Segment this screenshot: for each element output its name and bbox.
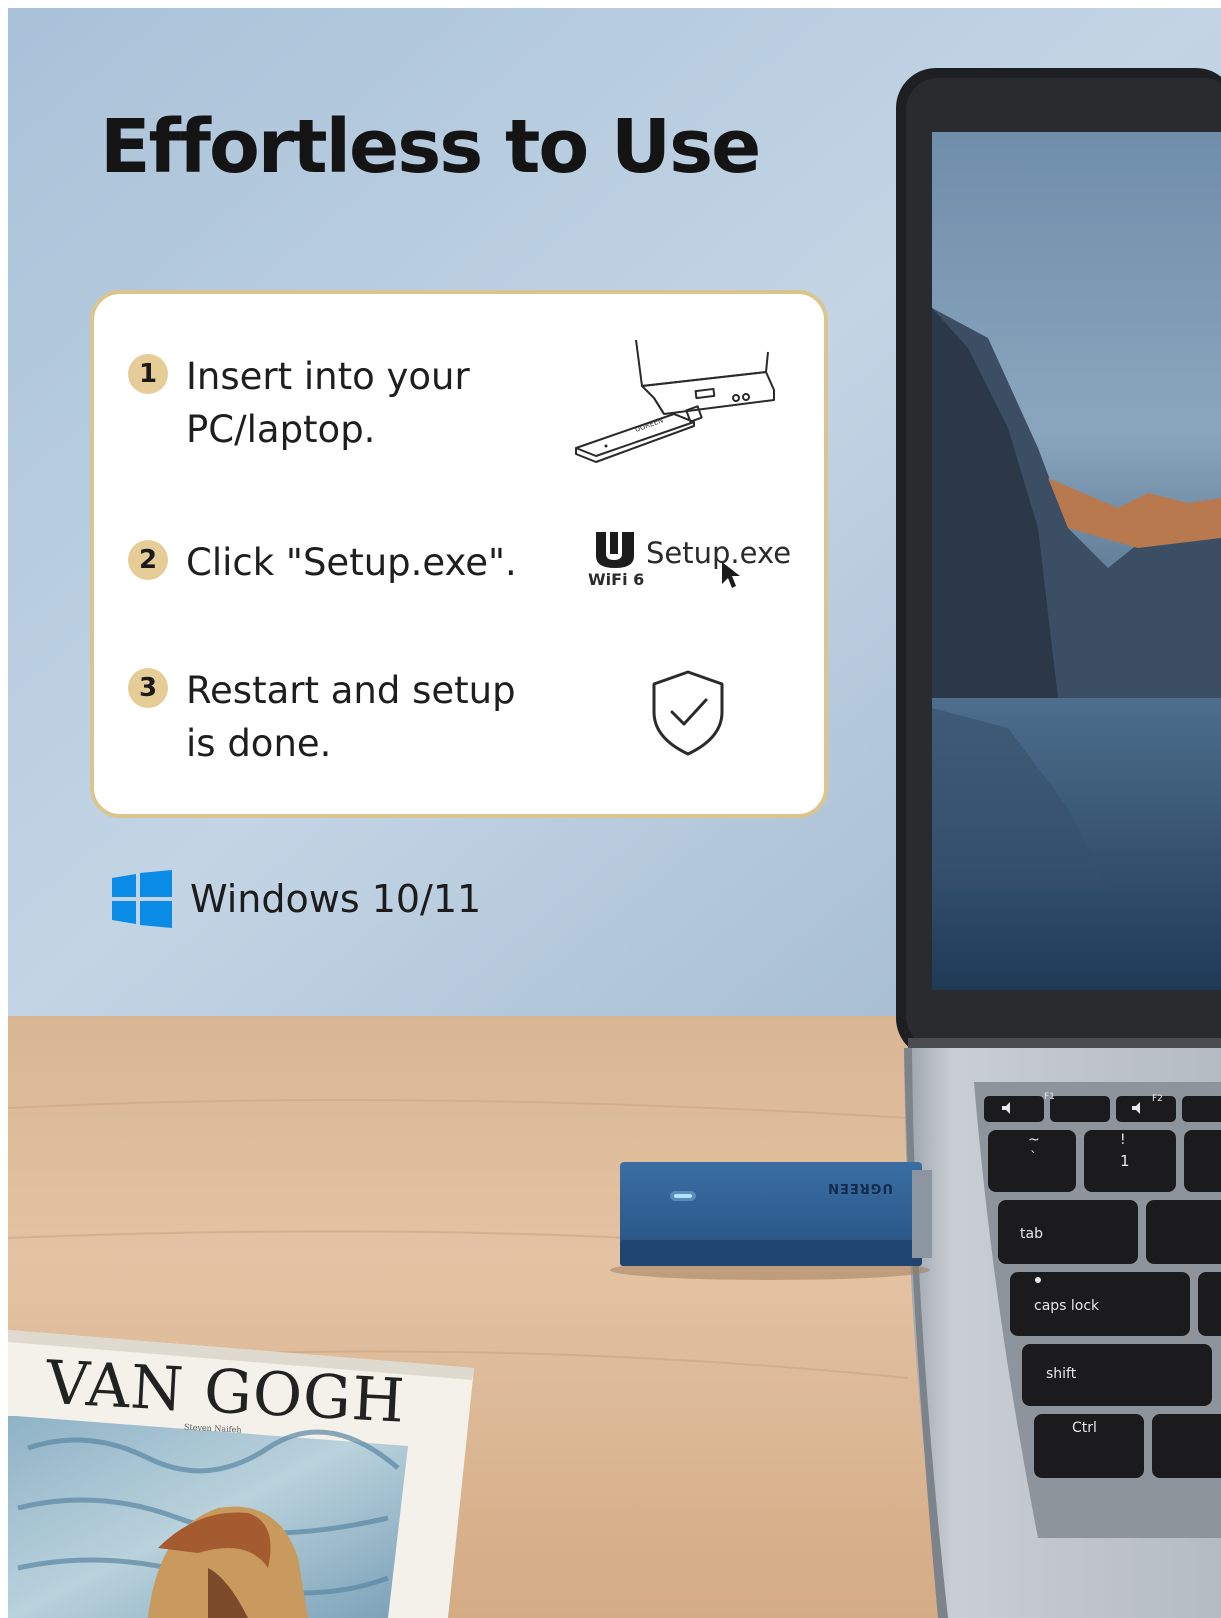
windows-logo-icon (112, 870, 172, 928)
page-headline: Effortless to Use (100, 104, 761, 190)
key-caps-lock-label: caps lock (1034, 1298, 1100, 1314)
os-support-row: Windows 10/11 (112, 870, 481, 928)
step-text: Click "Setup.exe". (186, 541, 517, 584)
adapter-brand-label: UGREEN (827, 1180, 893, 1195)
step-item: 1 Insert into your PC/laptop. (128, 350, 546, 456)
steps-card: 1 Insert into your PC/laptop. 2 Click "S… (90, 290, 828, 818)
laptop-usb-illustration-icon: UGREEN (570, 334, 780, 478)
key-tab-label: tab (1020, 1226, 1043, 1242)
wifi6-logo-text: WiFi 6 (588, 570, 645, 589)
key-tilde-label: ~ (1028, 1132, 1040, 1148)
product-scene: VAN GOGH Steven Naifeh UGREEN F1 F2 ~ ` … (8, 8, 1221, 1618)
ugreen-u-logo-icon (596, 532, 634, 568)
key-exclam-label: ! (1120, 1132, 1126, 1148)
key-f2-label: F2 (1152, 1094, 1163, 1104)
key-one-label: 1 (1120, 1152, 1130, 1170)
step-number-badge: 2 (128, 540, 168, 580)
step-item: 2 Click "Setup.exe". (128, 536, 546, 589)
setup-exe-illustration: WiFi 6 Setup.exe (588, 530, 792, 600)
mouse-cursor-icon (722, 562, 740, 588)
svg-text:UGREEN: UGREEN (634, 416, 664, 434)
os-support-label: Windows 10/11 (190, 877, 482, 921)
step-text: Restart and setup is done. (186, 669, 516, 765)
key-shift-label: shift (1046, 1366, 1077, 1382)
step-item: 3 Restart and setup is done. (128, 664, 546, 770)
setup-file-name: Setup.exe (646, 536, 792, 570)
step-number-badge: 3 (128, 668, 168, 708)
shield-check-icon (648, 668, 728, 762)
key-f1-label: F1 (1044, 1092, 1055, 1102)
key-ctrl-label: Ctrl (1072, 1420, 1097, 1436)
step-text: Insert into your PC/laptop. (186, 355, 470, 451)
key-backtick-label: ` (1030, 1150, 1037, 1166)
step-number-badge: 1 (128, 354, 168, 394)
